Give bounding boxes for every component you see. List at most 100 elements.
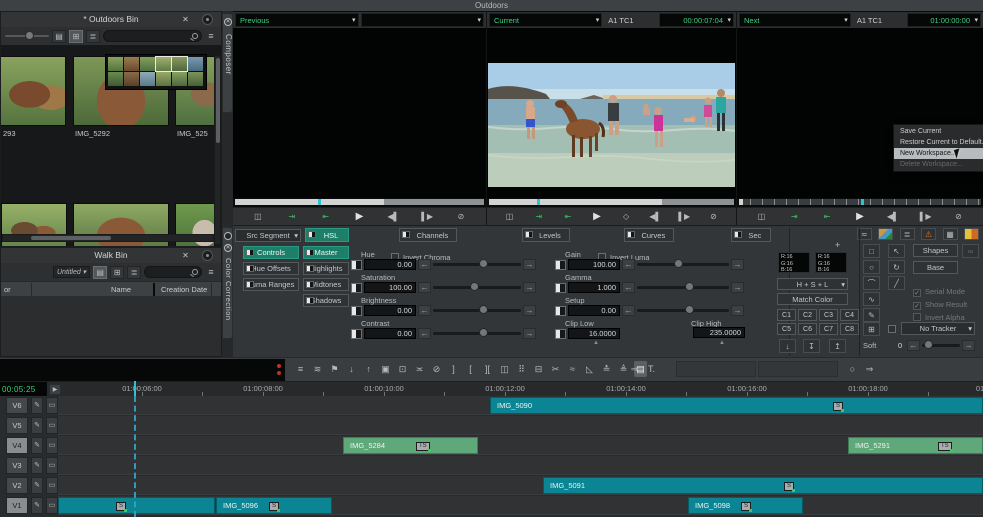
timeline-ruler[interactable]: 00:05:25 ▶ 01:00:06:00 01:00:08:00 01:00… (0, 381, 983, 396)
current-monitor-video[interactable] (487, 28, 736, 198)
current-source-selector[interactable]: Current▾ (489, 13, 602, 27)
toolbar-empty-slot[interactable] (758, 361, 838, 377)
step-backward-icon[interactable]: ◀▌ (387, 210, 399, 224)
menu-item-new-workspace[interactable]: New Workspace... (894, 148, 983, 159)
step-backward-icon[interactable]: ◀▌ (649, 210, 661, 224)
mark-down-icon[interactable]: ↓ (345, 361, 358, 377)
no-effect-icon[interactable]: ⊘ (707, 210, 719, 224)
timewarp-badge[interactable]: TS (416, 442, 430, 451)
bin-preset-dropdown[interactable]: Untitled ▾ (53, 266, 90, 278)
pencil-icon[interactable]: ✎ (31, 397, 43, 414)
pointer-tool-icon[interactable]: ↖ (888, 244, 905, 258)
segment-selector[interactable]: Src Segment▾ (235, 229, 301, 242)
hue-offsets-button[interactable]: Hue Offsets (243, 262, 299, 275)
timeline-timecode-display[interactable] (0, 359, 285, 381)
soft-value[interactable]: 0 (898, 341, 902, 350)
video-quality-icon[interactable]: ▣ (379, 361, 392, 377)
brightness-value[interactable]: 0.00 (364, 305, 416, 316)
next-monitor-video[interactable] (737, 28, 983, 198)
frame-view-icon[interactable]: ⊞ (110, 266, 124, 279)
monitor-icon[interactable]: ▭ (46, 497, 58, 514)
enable-toggle[interactable] (351, 283, 362, 293)
enable-toggle[interactable] (555, 329, 566, 339)
monitor-icon[interactable]: ▭ (46, 417, 58, 434)
play-icon[interactable]: ▶ (353, 210, 365, 224)
next-track-label[interactable]: A1 TC1 (853, 13, 906, 27)
gamma-value[interactable]: 1.000 (568, 282, 620, 293)
track-selector-v5[interactable]: V5 (6, 417, 28, 434)
freehand-shape-icon[interactable]: ∿ (863, 292, 880, 306)
ellipse-shape-icon[interactable]: ○ (863, 260, 880, 274)
grid-tool-icon[interactable]: ⠿ (515, 361, 528, 377)
split-view-icon[interactable]: ◫ (252, 210, 264, 224)
mark-in-icon[interactable]: ⇥ (788, 210, 800, 224)
clip-high-marker[interactable]: ▲ (719, 340, 725, 346)
output-color-swatch[interactable]: R:16G:16B:16 (815, 252, 847, 273)
play-icon[interactable]: ▶ (854, 210, 866, 224)
close-icon[interactable]: ✕ (180, 250, 191, 261)
shapes-button[interactable]: Shapes (913, 244, 958, 257)
line-tool-icon[interactable]: ╱ (888, 276, 905, 290)
split-view-icon[interactable]: ◫ (755, 210, 767, 224)
effect-badge[interactable]: S (741, 502, 751, 511)
next-position-ruler[interactable] (739, 199, 981, 205)
shadows-button[interactable]: Shadows (303, 294, 349, 307)
clip-name[interactable]: 293 (3, 129, 16, 138)
previous-source-selector[interactable]: Previous▾ (235, 13, 359, 27)
correction-up-icon[interactable]: ↥ (829, 339, 846, 353)
midtones-button[interactable]: Midtones (303, 278, 349, 291)
add-edit-icon[interactable]: ✂ (549, 361, 562, 377)
no-effect-icon[interactable]: ⊘ (952, 210, 964, 224)
timeline-clip[interactable]: IMG_5291 TS (848, 437, 983, 454)
text-view-icon[interactable]: ▤ (52, 30, 66, 43)
effect-badge[interactable]: S (784, 482, 794, 491)
go-to-out-icon[interactable]: ] (447, 361, 460, 377)
link-icon[interactable]: ∞ (962, 244, 979, 258)
enable-toggle[interactable] (555, 260, 566, 270)
bin-search-field[interactable] (103, 30, 202, 42)
next-source-selector[interactable]: Next▾ (739, 13, 851, 27)
luma-ranges-button[interactable]: Luma Ranges (243, 278, 299, 291)
rotate-tool-icon[interactable]: ↻ (888, 260, 905, 274)
audio-mixer-icon[interactable]: ≋ (311, 361, 324, 377)
pencil-icon[interactable]: ✎ (31, 437, 43, 454)
monitor-icon[interactable]: ▭ (46, 437, 58, 454)
saturation-slider[interactable] (433, 286, 521, 289)
clip-name[interactable]: IMG_5292 (75, 129, 110, 138)
contrast-value[interactable]: 0.00 (364, 328, 416, 339)
hue-slider[interactable] (433, 263, 521, 266)
track-selector-v1[interactable]: V1 (6, 497, 28, 514)
go-to-in-icon[interactable]: [ (464, 361, 477, 377)
tab-sec[interactable]: Sec (731, 228, 771, 242)
column-creation-date[interactable]: Creation Date (161, 282, 207, 297)
mark-clip-icon[interactable]: ][ (481, 361, 494, 377)
bank-c8-button[interactable]: C8 (840, 323, 859, 335)
track-selector-v3[interactable]: V3 (6, 457, 28, 474)
bank-c6-button[interactable]: C6 (798, 323, 817, 335)
frame-view-icon[interactable]: ⊞ (69, 30, 83, 43)
mark-up-icon[interactable]: ↑ (362, 361, 375, 377)
track-selector-v6[interactable]: V6 (6, 397, 28, 414)
slip-trim-icon[interactable]: ◺ (583, 361, 596, 377)
pencil-icon[interactable]: ✎ (31, 417, 43, 434)
render-icon[interactable]: ○ (846, 361, 859, 377)
base-button[interactable]: Base (913, 261, 958, 274)
contrast-slider[interactable] (433, 332, 521, 335)
rectangle-shape-icon[interactable]: □ (863, 244, 880, 258)
text-view-icon[interactable]: ▤ (93, 266, 107, 279)
bank-c3-button[interactable]: C3 (819, 309, 838, 321)
clip-low-value[interactable]: 16.0000 (568, 328, 620, 339)
saturation-value[interactable]: 100.00 (364, 282, 416, 293)
walk-bin-titlebar[interactable]: Walk Bin ✕ (1, 248, 221, 263)
text-tool-icon[interactable]: T. (645, 361, 658, 377)
mark-in-icon[interactable]: ⇥ (286, 210, 298, 224)
tracker-dropdown[interactable]: No Tracker▾ (901, 322, 975, 335)
effect-badge[interactable]: S (116, 502, 126, 511)
snapshot-icon[interactable]: ▦ (943, 228, 958, 240)
tab-channels[interactable]: Channels (399, 228, 457, 242)
step-backward-icon[interactable]: ◀▌ (887, 210, 899, 224)
enable-toggle[interactable] (555, 306, 566, 316)
warning-icon[interactable]: ⚠ (921, 228, 936, 240)
timeline-clip[interactable]: IMG_5090 S (490, 397, 983, 414)
quad-display-icon[interactable]: ◫ (498, 361, 511, 377)
